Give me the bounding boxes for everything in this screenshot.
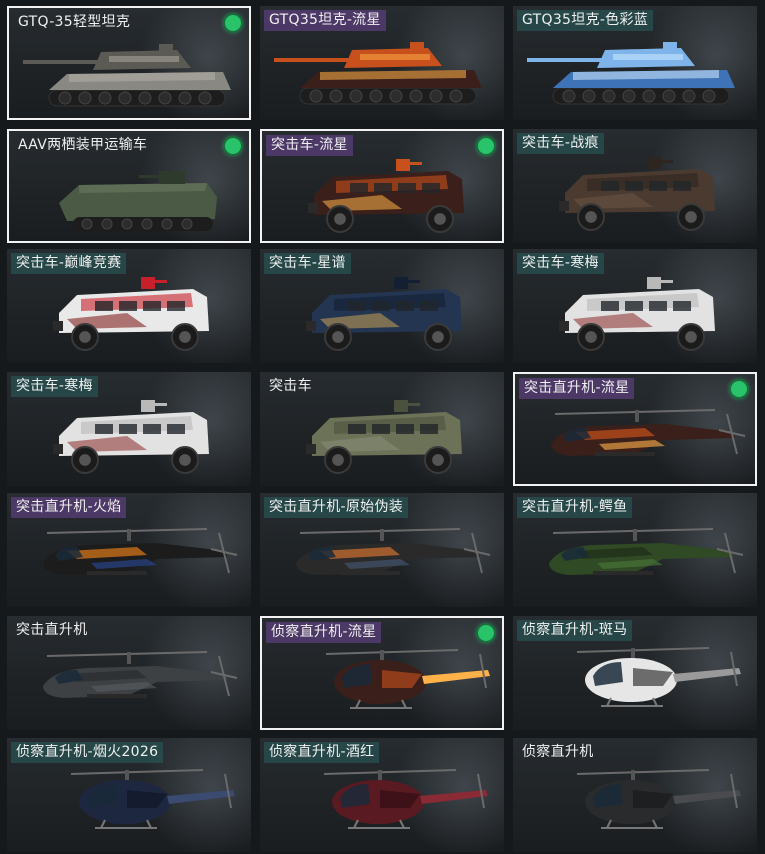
vehicle-name: 侦察直升机 [522,744,594,760]
vehicle-card[interactable]: 突击直升机-鳄鱼 [513,493,757,607]
vehicle-card[interactable]: AAV两栖装甲运输车 [7,129,251,243]
equipped-indicator-icon [731,381,747,397]
vehicle-card[interactable]: 突击直升机-火焰 [7,493,251,607]
equipped-indicator-icon [478,625,494,641]
vehicle-card[interactable]: GTQ35坦克-色彩蓝 [513,6,757,120]
vehicle-card[interactable]: 突击车 [260,372,504,486]
equipped-indicator-icon [225,138,241,154]
vehicle-card[interactable]: 侦察直升机-酒红 [260,738,504,852]
vehicle-name: GTQ-35轻型坦克 [18,14,131,30]
vehicle-name: 突击直升机-火焰 [11,497,127,518]
vehicle-card[interactable]: 突击车-巅峰竞赛 [7,249,251,363]
vehicle-name: 突击车-星谱 [264,253,351,274]
vehicle-card[interactable]: 侦察直升机-流星 [260,616,504,730]
vehicle-name: 突击直升机-鳄鱼 [517,497,633,518]
vehicle-card[interactable]: GTQ-35轻型坦克 [7,6,251,120]
vehicle-name: 突击车-寒梅 [11,376,98,397]
vehicle-card[interactable]: 侦察直升机-斑马 [513,616,757,730]
vehicle-name: 侦察直升机-酒红 [264,742,380,763]
vehicle-name: 突击车-战痕 [517,133,604,154]
vehicle-card[interactable]: 突击车-寒梅 [7,372,251,486]
vehicle-name: 突击车-寒梅 [517,253,604,274]
vehicle-card[interactable]: 突击直升机-原始伪装 [260,493,504,607]
vehicle-card[interactable]: 突击车-寒梅 [513,249,757,363]
vehicle-card[interactable]: GTQ35坦克-流星 [260,6,504,120]
vehicle-name: 突击直升机-流星 [519,378,635,399]
vehicle-name: 突击直升机-原始伪装 [264,497,409,518]
vehicle-name: 侦察直升机-流星 [266,622,382,643]
vehicle-name: 突击车-巅峰竞赛 [11,253,127,274]
equipped-indicator-icon [478,138,494,154]
vehicle-card[interactable]: 侦察直升机 [513,738,757,852]
vehicle-name: 突击直升机 [16,622,88,638]
vehicle-name: 侦察直升机-斑马 [517,620,633,641]
vehicle-card[interactable]: 突击车-战痕 [513,129,757,243]
vehicle-name: AAV两栖装甲运输车 [18,137,148,153]
vehicle-card[interactable]: 侦察直升机-烟火2026 [7,738,251,852]
vehicle-card[interactable]: 突击车-星谱 [260,249,504,363]
vehicle-name: GTQ35坦克-流星 [264,10,386,31]
vehicle-skin-grid: GTQ-35轻型坦克 GTQ35坦克-流星 GTQ35坦克-色彩蓝 AAV两栖装… [0,0,765,854]
vehicle-card[interactable]: 突击直升机 [7,616,251,730]
equipped-indicator-icon [225,15,241,31]
vehicle-name: 侦察直升机-烟火2026 [11,742,164,763]
vehicle-name: 突击车 [269,378,312,394]
vehicle-card[interactable]: 突击直升机-流星 [513,372,757,486]
vehicle-card[interactable]: 突击车-流星 [260,129,504,243]
vehicle-name: GTQ35坦克-色彩蓝 [517,10,654,31]
vehicle-name: 突击车-流星 [266,135,353,156]
